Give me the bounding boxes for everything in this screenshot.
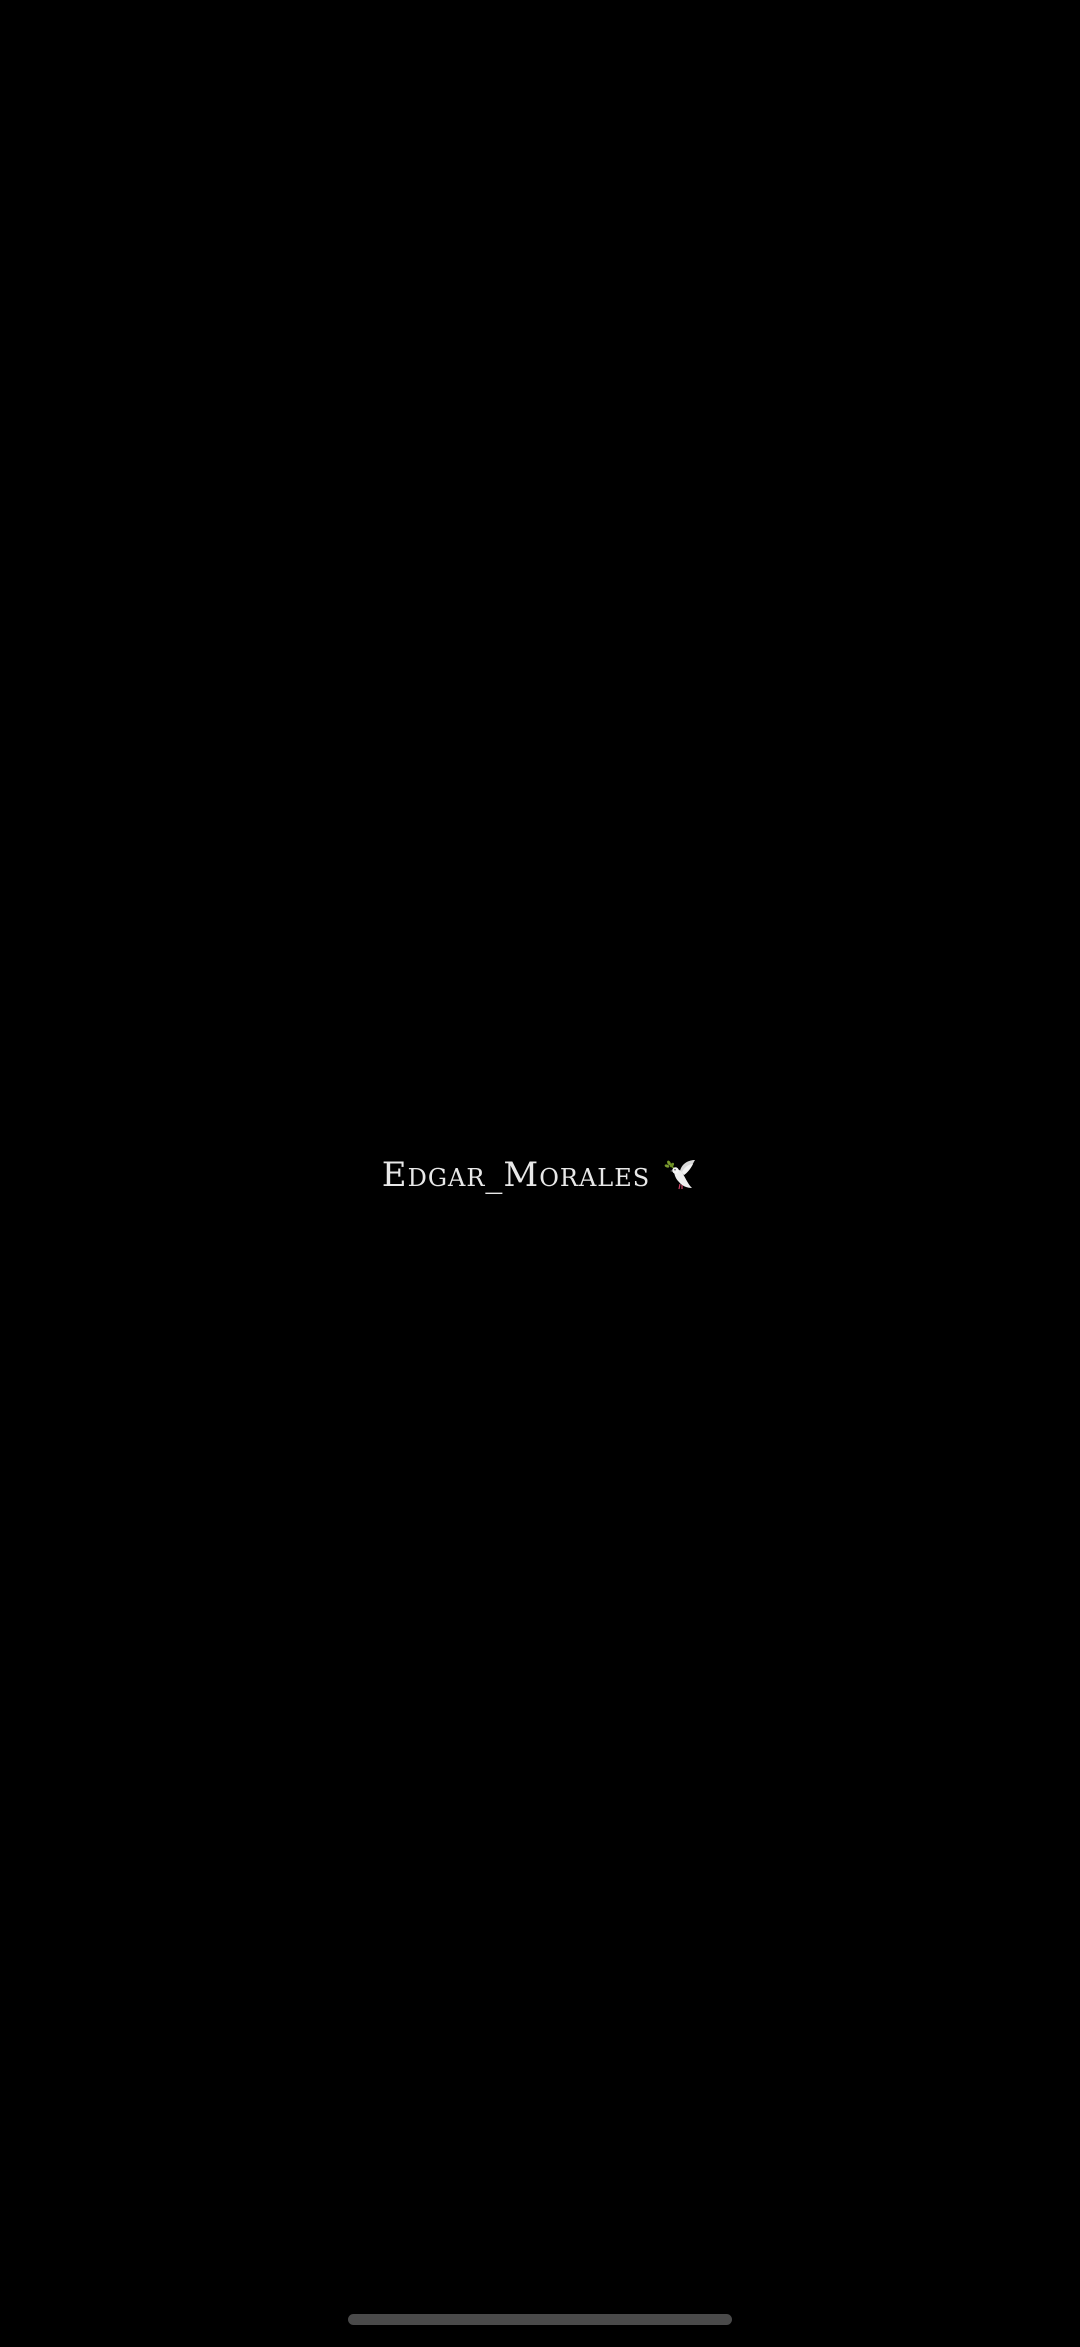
splash-title-row: Edgar_Morales bbox=[0, 1153, 1080, 1197]
home-indicator-bar[interactable] bbox=[348, 2314, 732, 2325]
splash-screen: Edgar_Morales bbox=[0, 0, 1080, 2347]
username-title: Edgar_Morales bbox=[381, 1155, 651, 1195]
dove-with-olive-branch-icon bbox=[664, 1160, 696, 1190]
